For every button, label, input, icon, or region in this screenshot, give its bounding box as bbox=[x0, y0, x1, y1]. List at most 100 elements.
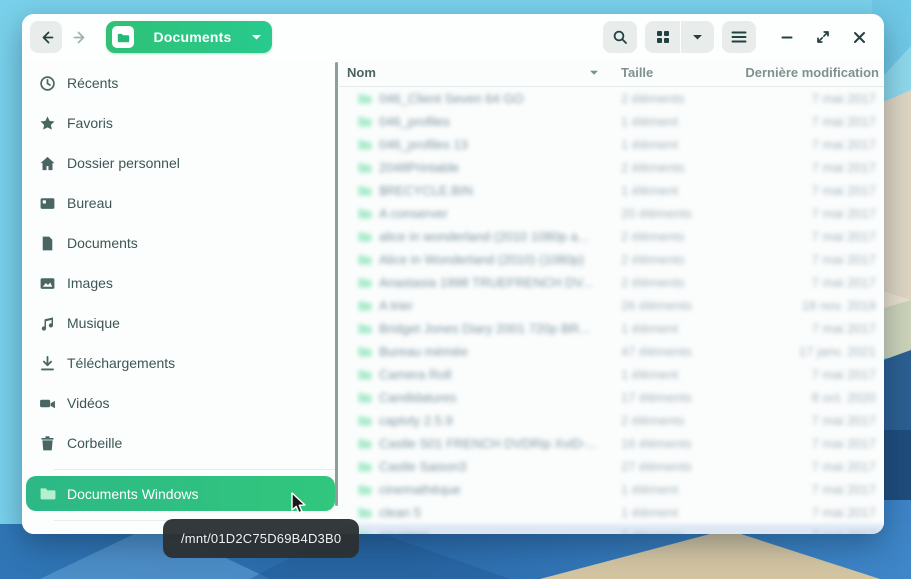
table-row[interactable]: A conserver20 éléments7 mai 2017 bbox=[339, 202, 884, 225]
sidebar-item-telechargements[interactable]: Téléchargements bbox=[22, 343, 339, 383]
table-row[interactable]: cinemathèque1 élément7 mai 2017 bbox=[339, 478, 884, 501]
table-row[interactable]: alice in wonderland (2010 1080p a...2 él… bbox=[339, 225, 884, 248]
table-row[interactable]: Alice in Wonderland (2010) (1080p)2 élém… bbox=[339, 248, 884, 271]
header-bar: Documents bbox=[22, 14, 884, 60]
table-row[interactable]: clean 5 1 élément 7 mai 2017 bbox=[339, 501, 884, 524]
back-icon bbox=[38, 29, 55, 46]
file-modified-date: 7 mai 2017 bbox=[812, 321, 876, 336]
file-size: 2 éléments bbox=[621, 528, 685, 534]
star-icon bbox=[39, 115, 56, 132]
file-modified-date: 7 mai 2017 bbox=[812, 160, 876, 175]
table-row[interactable]: 046_Client Seven 64 GO2 éléments7 mai 20… bbox=[339, 87, 884, 110]
file-modified-date: 7 mai 2017 bbox=[812, 275, 876, 290]
table-row[interactable]: Bureau mémée47 éléments17 janv. 2021 bbox=[339, 340, 884, 363]
path-tooltip-text: /mnt/01D2C75D69B4D3B0 bbox=[181, 531, 341, 546]
file-modified-date: 7 mai 2017 bbox=[812, 528, 876, 534]
back-button[interactable] bbox=[30, 21, 62, 53]
file-size: 1 élément bbox=[621, 114, 678, 129]
table-row[interactable]: Castle Saison327 éléments7 mai 2017 bbox=[339, 455, 884, 478]
table-row[interactable]: Castle S01 FRENCH DVDRip XviD-...16 élém… bbox=[339, 432, 884, 455]
file-modified-date: 7 mai 2017 bbox=[812, 206, 876, 221]
file-modified-date: 7 mai 2017 bbox=[812, 505, 876, 520]
column-header-size[interactable]: Taille bbox=[621, 65, 653, 80]
file-name: 046_profiles bbox=[379, 114, 450, 129]
forward-button[interactable] bbox=[64, 21, 96, 53]
sidebar-scrollbar[interactable] bbox=[335, 62, 338, 506]
folder-icon bbox=[357, 528, 372, 534]
file-name: 2048Printable bbox=[379, 160, 459, 175]
search-button[interactable] bbox=[603, 21, 637, 53]
table-row[interactable]: Candidatures17 éléments8 oct. 2020 bbox=[339, 386, 884, 409]
file-name: courriers bbox=[379, 528, 430, 534]
desktop-icon bbox=[39, 195, 56, 212]
file-modified-date: 7 mai 2017 bbox=[812, 91, 876, 106]
folder-badge-icon bbox=[112, 26, 134, 48]
grid-view-button[interactable] bbox=[645, 21, 680, 53]
sidebar-item-favoris[interactable]: Favoris bbox=[22, 103, 339, 143]
list-column-headers: Nom Taille Dernière modification bbox=[339, 60, 884, 87]
sidebar-item-label: Documents bbox=[67, 235, 138, 251]
sidebar-item-documents[interactable]: Documents bbox=[22, 223, 339, 263]
maximize-icon bbox=[816, 30, 830, 44]
sidebar-item-label: Bureau bbox=[67, 195, 112, 211]
table-row[interactable]: Bridget Jones Diary 2001 720p BR...1 élé… bbox=[339, 317, 884, 340]
file-modified-date: 7 mai 2017 bbox=[812, 413, 876, 428]
sidebar: RécentsFavoris Dossier personnel Bureau Doc… bbox=[22, 60, 339, 534]
close-button[interactable] bbox=[844, 21, 874, 53]
folder-icon bbox=[39, 485, 56, 502]
table-row[interactable]: courriers 2 éléments 7 mai 2017 bbox=[339, 524, 884, 534]
table-row[interactable]: $RECYCLE.BIN1 élément7 mai 2017 bbox=[339, 179, 884, 202]
menu-button[interactable] bbox=[722, 21, 756, 53]
video-icon bbox=[39, 395, 56, 412]
image-icon bbox=[39, 275, 56, 292]
table-row[interactable]: Anastasia 1998 TRUEFRENCH DV...2 élément… bbox=[339, 271, 884, 294]
file-name: $RECYCLE.BIN bbox=[379, 183, 473, 198]
file-name: clean 5 bbox=[379, 505, 421, 520]
file-size: 47 éléments bbox=[621, 344, 692, 359]
clock-icon bbox=[39, 75, 56, 92]
column-header-name[interactable]: Nom bbox=[347, 65, 376, 80]
location-button[interactable]: Documents bbox=[106, 21, 272, 53]
file-name: 046_profiles 13 bbox=[379, 137, 468, 152]
file-size: 1 élément bbox=[621, 183, 678, 198]
folder-icon bbox=[357, 137, 372, 152]
table-row[interactable]: Camera Roll1 élément7 mai 2017 bbox=[339, 363, 884, 386]
table-row[interactable]: A trier26 éléments18 nov. 2019 bbox=[339, 294, 884, 317]
file-size: 2 éléments bbox=[621, 252, 685, 267]
file-size: 1 élément bbox=[621, 137, 678, 152]
sidebar-item-bureau[interactable]: Bureau bbox=[22, 183, 339, 223]
sidebar-item-corbeille[interactable]: Corbeille bbox=[22, 423, 339, 463]
file-modified-date: 7 mai 2017 bbox=[812, 459, 876, 474]
sidebar-item-dossier-personnel[interactable]: Dossier personnel bbox=[22, 143, 339, 183]
sidebar-item-label: Dossier personnel bbox=[67, 155, 180, 171]
sidebar-item-musique[interactable]: Musique bbox=[22, 303, 339, 343]
table-row[interactable]: 2048Printable 2 éléments 7 mai 2017 bbox=[339, 156, 884, 179]
file-size: 1 élément bbox=[621, 321, 678, 336]
folder-icon bbox=[357, 505, 372, 520]
view-toggle-split-button bbox=[645, 21, 714, 53]
sidebar-item-recents[interactable]: Récents bbox=[22, 63, 339, 103]
sort-descending-icon bbox=[589, 69, 599, 76]
folder-icon bbox=[357, 390, 372, 405]
minimize-icon bbox=[780, 30, 794, 44]
folder-icon bbox=[357, 459, 372, 474]
sidebar-item-videos[interactable]: Vidéos bbox=[22, 383, 339, 423]
table-row[interactable]: captvty 2.5.92 éléments7 mai 2017 bbox=[339, 409, 884, 432]
maximize-button[interactable] bbox=[808, 21, 838, 53]
view-options-button[interactable] bbox=[680, 21, 714, 53]
sidebar-item-images[interactable]: Images bbox=[22, 263, 339, 303]
file-name: Anastasia 1998 TRUEFRENCH DV... bbox=[379, 275, 593, 290]
file-size: 2 éléments bbox=[621, 413, 685, 428]
table-row[interactable]: 046_profiles1 élément7 mai 2017 bbox=[339, 110, 884, 133]
file-modified-date: 7 mai 2017 bbox=[812, 436, 876, 451]
file-size: 1 élément bbox=[621, 482, 678, 497]
file-size: 2 éléments bbox=[621, 160, 685, 175]
folder-icon bbox=[357, 413, 372, 428]
file-size: 1 élément bbox=[621, 367, 678, 382]
file-size: 1 élément bbox=[621, 505, 678, 520]
file-modified-date: 17 janv. 2021 bbox=[799, 344, 876, 359]
minimize-button[interactable] bbox=[772, 21, 802, 53]
sidebar-item-label: Images bbox=[67, 275, 113, 291]
table-row[interactable]: 046_profiles 131 élément7 mai 2017 bbox=[339, 133, 884, 156]
column-header-modified[interactable]: Dernière modification bbox=[745, 65, 879, 80]
